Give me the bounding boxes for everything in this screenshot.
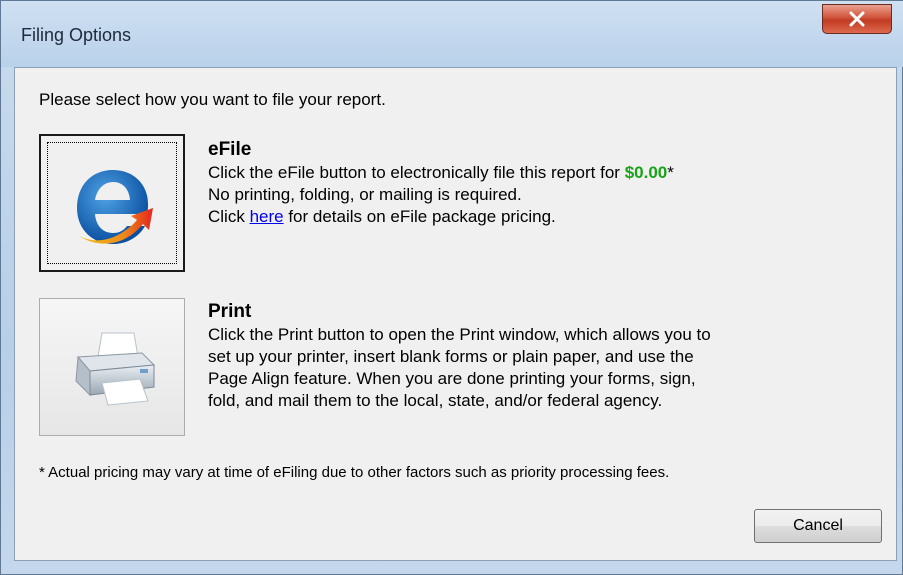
print-line-2: set up your printer, insert blank forms …	[208, 347, 694, 366]
print-button[interactable]	[39, 298, 185, 436]
title-bar[interactable]: Filing Options	[1, 1, 903, 67]
efile-button[interactable]	[39, 134, 185, 272]
close-button[interactable]	[822, 4, 892, 34]
printer-icon	[75, 332, 156, 406]
print-line-4: fold, and mail them to the local, state,…	[208, 391, 663, 410]
dialog-body: Please select how you want to file your …	[14, 67, 897, 561]
pricing-footnote: * Actual pricing may vary at time of eFi…	[39, 464, 670, 481]
close-icon	[849, 11, 865, 27]
efile-line-2: No printing, folding, or mailing is requ…	[208, 185, 522, 204]
print-description: Print Click the Print button to open the…	[208, 300, 711, 412]
efile-line-3: Click here for details on eFile package …	[208, 207, 556, 226]
efile-icon	[77, 170, 153, 244]
filing-options-dialog: Filing Options Please select how you wan…	[0, 0, 903, 575]
print-line-3: Page Align feature. When you are done pr…	[208, 369, 696, 388]
window-title: Filing Options	[21, 25, 132, 45]
print-line-1: Click the Print button to open the Print…	[208, 325, 711, 344]
pricing-details-link[interactable]: here	[250, 207, 284, 226]
efile-price: $0.00	[624, 163, 668, 182]
select-prompt: Please select how you want to file your …	[39, 90, 386, 109]
print-heading: Print	[208, 301, 252, 322]
efile-line-1: Click the eFile button to electronically…	[208, 163, 674, 182]
efile-description: eFile Click the eFile button to electron…	[208, 138, 674, 228]
efile-heading: eFile	[208, 139, 252, 160]
cancel-button[interactable]: Cancel	[754, 509, 882, 543]
